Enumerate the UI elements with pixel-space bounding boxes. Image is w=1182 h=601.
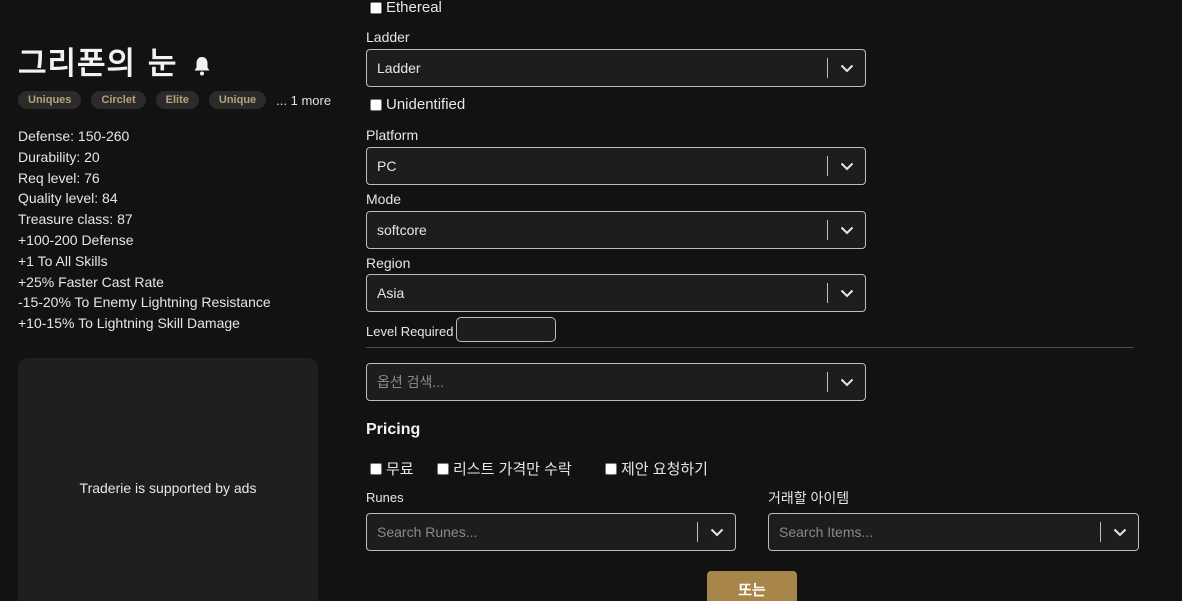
or-button[interactable]: 또는: [707, 571, 797, 601]
chevron-down-icon[interactable]: [828, 50, 865, 86]
tag-elite[interactable]: Elite: [155, 91, 199, 109]
mode-label: Mode: [366, 191, 402, 207]
items-select[interactable]: Search Items...: [768, 513, 1139, 551]
mode-select[interactable]: softcore: [366, 211, 866, 249]
runes-label: Runes: [366, 490, 404, 505]
option-search-placeholder: 옵션 검색...: [377, 374, 445, 390]
ad-placeholder: Traderie is supported by ads: [18, 358, 318, 601]
ethereal-label: Ethereal: [386, 0, 442, 16]
ladder-value: Ladder: [377, 60, 421, 76]
list-only-checkbox[interactable]: [437, 462, 449, 475]
platform-label: Platform: [366, 127, 419, 143]
stat-line: +10-15% To Lightning Skill Damage: [18, 315, 240, 332]
free-checkbox-row: 무료: [370, 458, 414, 479]
stat-line: +100-200 Defense: [18, 231, 134, 248]
chevron-down-icon[interactable]: [1101, 514, 1138, 550]
runes-select[interactable]: Search Runes...: [366, 513, 736, 551]
request-offer-checkbox[interactable]: [605, 462, 617, 475]
item-stats: Defense: 150-260 Durability: 20 Req leve…: [18, 126, 271, 334]
region-value: Asia: [377, 285, 405, 301]
ad-text: Traderie is supported by ads: [79, 480, 257, 496]
request-offer-checkbox-row: 제안 요청하기: [605, 458, 708, 479]
stat-line: +1 To All Skills: [18, 252, 108, 269]
platform-value: PC: [377, 158, 397, 174]
unidentified-checkbox-row: Unidentified: [370, 96, 465, 113]
stat-line: +25% Faster Cast Rate: [18, 273, 164, 290]
title-row: 그리폰의 눈: [18, 38, 211, 83]
tag-unique[interactable]: Unique: [208, 91, 267, 109]
stat-line: -15-20% To Enemy Lightning Resistance: [18, 294, 271, 311]
chevron-down-icon[interactable]: [828, 212, 865, 248]
level-required-input[interactable]: [456, 317, 556, 342]
mode-value: softcore: [377, 222, 427, 238]
chevron-down-icon[interactable]: [698, 514, 735, 550]
unidentified-label: Unidentified: [386, 96, 466, 113]
chevron-down-icon[interactable]: [828, 148, 865, 184]
ladder-label: Ladder: [366, 29, 410, 45]
runes-placeholder: Search Runes...: [377, 524, 478, 540]
unidentified-checkbox[interactable]: [370, 98, 382, 111]
chevron-down-icon[interactable]: [828, 364, 865, 400]
bell-icon[interactable]: [193, 56, 211, 76]
items-label: 거래할 아이템: [768, 490, 850, 506]
ethereal-checkbox[interactable]: [370, 1, 382, 14]
chevron-down-icon[interactable]: [828, 275, 865, 311]
region-label: Region: [366, 255, 411, 271]
pricing-title: Pricing: [366, 421, 421, 438]
item-title: 그리폰의 눈: [18, 46, 178, 82]
stat-line: Treasure class: 87: [18, 211, 133, 228]
tag-list: Uniques Circlet Elite Unique ... 1 more: [18, 91, 331, 109]
ethereal-checkbox-row: Ethereal: [370, 0, 442, 16]
more-tags-link[interactable]: ... 1 more: [276, 93, 331, 108]
stat-line: Defense: 150-260: [18, 128, 130, 144]
list-only-checkbox-row: 리스트 가격만 수락: [437, 458, 572, 479]
items-placeholder: Search Items...: [779, 524, 874, 540]
free-checkbox[interactable]: [370, 462, 382, 475]
stat-line: Quality level: 84: [18, 190, 118, 207]
list-only-label: 리스트 가격만 수락: [453, 461, 572, 478]
option-search-select[interactable]: 옵션 검색...: [366, 363, 866, 401]
free-label: 무료: [386, 461, 414, 478]
platform-select[interactable]: PC: [366, 147, 866, 185]
request-offer-label: 제안 요청하기: [621, 461, 708, 478]
stat-line: Req level: 76: [18, 169, 100, 186]
stat-line: Durability: 20: [18, 148, 100, 165]
tag-uniques[interactable]: Uniques: [18, 91, 82, 109]
divider: [366, 347, 1134, 348]
tag-circlet[interactable]: Circlet: [91, 91, 146, 109]
region-select[interactable]: Asia: [366, 274, 866, 312]
level-required-label: Level Required: [366, 324, 454, 339]
ladder-select[interactable]: Ladder: [366, 49, 866, 87]
